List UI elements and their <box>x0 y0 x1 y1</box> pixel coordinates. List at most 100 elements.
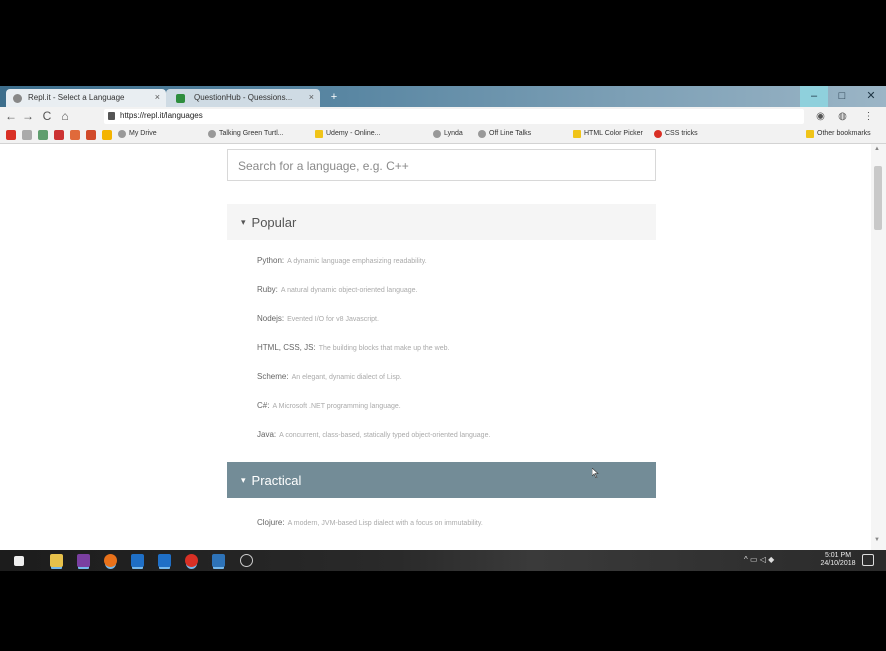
close-tab-icon[interactable]: × <box>309 92 314 102</box>
language-name: Python: <box>257 256 285 265</box>
reload-button[interactable]: C <box>40 109 54 123</box>
drive-icon <box>118 130 126 138</box>
language-description: Evented I/O for v8 Javascript. <box>287 316 379 323</box>
language-description: A Microsoft .NET programming language. <box>272 403 401 410</box>
extension-icon[interactable]: ◉ <box>814 110 827 123</box>
list-item[interactable]: Scheme: An elegant, dynamic dialect of Li… <box>257 372 657 401</box>
caret-down-icon: ▾ <box>241 474 246 485</box>
system-tray-icons[interactable]: ^ ▭ ◁ ◆ <box>744 555 774 564</box>
file-explorer-icon[interactable] <box>50 554 63 567</box>
lock-icon <box>108 112 115 120</box>
bookmark-icon <box>208 130 216 138</box>
language-name: Java: <box>257 430 277 439</box>
other-bookmarks[interactable]: Other bookmarks <box>806 130 871 138</box>
language-search-input[interactable] <box>238 156 638 176</box>
tab-title: QuestionHub - Quessions... <box>194 93 293 102</box>
video-letterbox-bottom <box>0 571 886 651</box>
start-icon[interactable] <box>14 556 24 566</box>
tab-questionhub[interactable]: QuestionHub - Quessions... × <box>166 89 320 107</box>
tab-repl-it[interactable]: Repl.it - Select a Language × <box>6 89 166 107</box>
language-description: A dynamic language emphasizing readabili… <box>287 258 427 265</box>
app-shortcut-icon[interactable] <box>86 130 96 140</box>
clock-date: 24/10/2018 <box>820 560 856 567</box>
notification-center-icon[interactable] <box>862 554 874 566</box>
bookmark-item[interactable]: My Drive <box>118 130 157 138</box>
clock-app-icon[interactable] <box>240 554 253 567</box>
account-icon[interactable]: ◍ <box>836 110 849 123</box>
language-description: A modern, JVM-based Lisp dialect with a … <box>287 520 483 527</box>
practical-language-list: Clojure: A modern, JVM-based Lisp dialect… <box>257 518 657 547</box>
section-title: Practical <box>251 472 302 488</box>
bookmark-item[interactable]: Udemy - Online... <box>315 130 380 138</box>
folder-icon <box>315 130 323 138</box>
new-tab-button[interactable]: + <box>326 91 342 103</box>
outlook-icon[interactable] <box>131 554 144 567</box>
caret-down-icon: ▾ <box>241 216 246 227</box>
firefox-icon[interactable] <box>104 554 117 567</box>
css-tricks-icon <box>654 130 662 138</box>
taskbar-clock[interactable]: 5:01 PM 24/10/2018 <box>820 552 856 568</box>
app-shortcut-icon[interactable] <box>22 130 32 140</box>
clock-time: 5:01 PM <box>824 552 852 559</box>
home-button[interactable]: ⌂ <box>58 109 72 123</box>
popular-language-list: Python: A dynamic language emphasizing re… <box>257 256 657 459</box>
bookmark-item[interactable]: Talking Green Turtl... <box>208 130 284 138</box>
bookmark-item[interactable]: Off Line Talks <box>478 130 531 138</box>
video-letterbox-top <box>0 0 886 86</box>
page-icon <box>478 130 486 138</box>
list-item[interactable]: Clojure: A modern, JVM-based Lisp dialect… <box>257 518 657 547</box>
windows-taskbar: ^ ▭ ◁ ◆ 5:01 PM 24/10/2018 <box>0 550 886 571</box>
browser-toolbar: ← → C ⌂ https://repl.it/languages ◉ ◍ ⋮ <box>0 107 886 126</box>
app-shortcut-icon[interactable] <box>70 130 80 140</box>
back-button[interactable]: ← <box>4 109 18 123</box>
language-name: Clojure: <box>257 518 285 527</box>
onenote-icon[interactable] <box>77 554 90 567</box>
repl-favicon-icon <box>13 94 22 103</box>
app-shortcut-icon[interactable] <box>102 130 112 140</box>
section-popular[interactable]: ▾ Popular <box>227 204 656 240</box>
list-item[interactable]: C#: A Microsoft .NET programming language… <box>257 401 657 430</box>
scrollbar-thumb[interactable] <box>874 166 882 230</box>
language-description: A concurrent, class-based, statically ty… <box>279 432 491 439</box>
list-item[interactable]: Nodejs: Evented I/O for v8 Javascript. <box>257 314 657 343</box>
browser-tabstrip: Repl.it - Select a Language × QuestionHu… <box>0 86 886 107</box>
url-text: https://repl.it/languages <box>120 111 203 120</box>
bookmark-item[interactable]: HTML Color Picker <box>573 130 643 138</box>
list-item[interactable]: Ruby: A natural dynamic object-oriented l… <box>257 285 657 314</box>
list-item[interactable]: HTML, CSS, JS: The building blocks that m… <box>257 343 657 372</box>
screen: Repl.it - Select a Language × QuestionHu… <box>0 86 886 571</box>
address-bar[interactable]: https://repl.it/languages <box>104 109 804 124</box>
bookmarks-bar: My Drive Talking Green Turtl... Udemy - … <box>0 126 886 144</box>
maximize-button[interactable]: □ <box>828 86 856 107</box>
page-content: ▾ Popular Python:A dynamic language emph… <box>0 144 886 550</box>
language-name: Scheme: <box>257 372 289 381</box>
mouse-cursor-icon <box>592 468 599 478</box>
list-item[interactable]: Python: A dynamic language emphasizing re… <box>257 256 657 285</box>
app-shortcut-icon[interactable] <box>6 130 16 140</box>
language-name: HTML, CSS, JS: <box>257 343 316 352</box>
list-item[interactable]: Java: A concurrent, class-based, statical… <box>257 430 657 459</box>
tab-title: Repl.it - Select a Language <box>28 93 125 102</box>
section-title: Popular <box>251 214 297 230</box>
language-name: C#: <box>257 401 270 410</box>
page-scrollbar[interactable]: ▲ ▼ <box>871 144 886 550</box>
bookmark-item[interactable]: CSS tricks <box>654 130 698 138</box>
forward-button[interactable]: → <box>21 109 35 123</box>
minimize-button[interactable]: – <box>800 86 828 107</box>
questionhub-favicon-icon <box>176 94 185 103</box>
app-shortcut-icon[interactable] <box>38 130 48 140</box>
language-description: An elegant, dynamic dialect of Lisp. <box>291 374 402 381</box>
close-window-button[interactable]: ✕ <box>856 86 886 107</box>
scroll-up-icon[interactable]: ▲ <box>874 146 880 152</box>
word-icon[interactable] <box>158 554 171 567</box>
language-description: The building blocks that make up the web… <box>318 345 450 352</box>
folder-icon <box>806 130 814 138</box>
menu-icon[interactable]: ⋮ <box>862 110 875 123</box>
chrome-icon[interactable] <box>185 554 198 567</box>
close-tab-icon[interactable]: × <box>155 92 160 102</box>
language-name: Ruby: <box>257 285 278 294</box>
bookmark-item[interactable]: Lynda <box>433 130 463 138</box>
app-shortcut-icon[interactable] <box>54 130 64 140</box>
scroll-down-icon[interactable]: ▼ <box>874 537 880 543</box>
app-icon[interactable] <box>212 554 225 567</box>
